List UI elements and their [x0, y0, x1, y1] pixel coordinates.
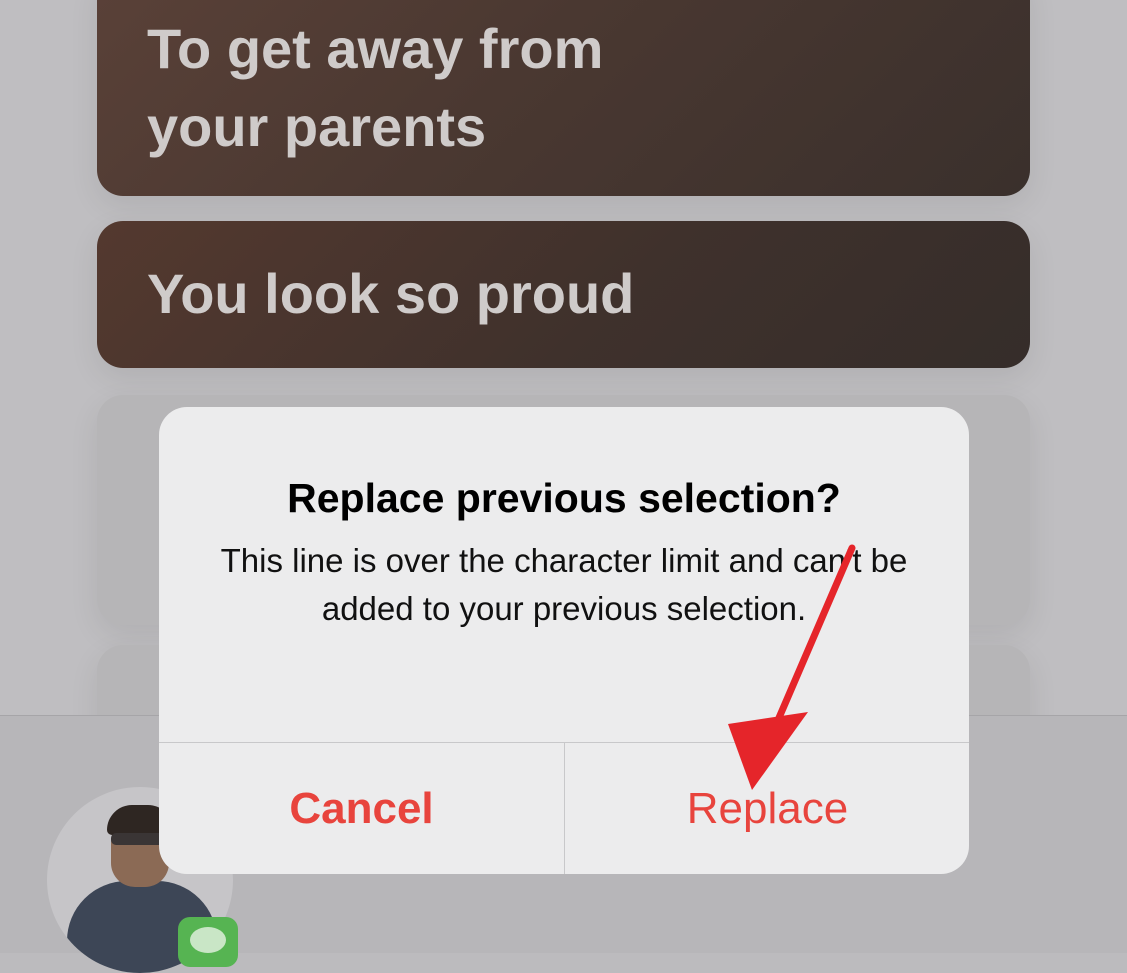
lyric-line: To get away from	[147, 17, 604, 80]
alert-message: This line is over the character limit an…	[220, 542, 908, 627]
cancel-button[interactable]: Cancel	[159, 743, 564, 874]
replace-selection-alert: Replace previous selection? This line is…	[159, 407, 969, 874]
alert-title: Replace previous selection?	[287, 475, 841, 521]
replace-button[interactable]: Replace	[565, 743, 969, 874]
messages-app-icon	[178, 917, 238, 967]
lyric-line: your parents	[147, 95, 487, 158]
lyric-line: You look so proud	[147, 262, 635, 325]
lyric-card-1[interactable]: To get away from your parents	[97, 0, 1030, 196]
lyric-card-2[interactable]: You look so proud	[97, 221, 1030, 368]
chat-bubble-icon	[190, 927, 226, 953]
